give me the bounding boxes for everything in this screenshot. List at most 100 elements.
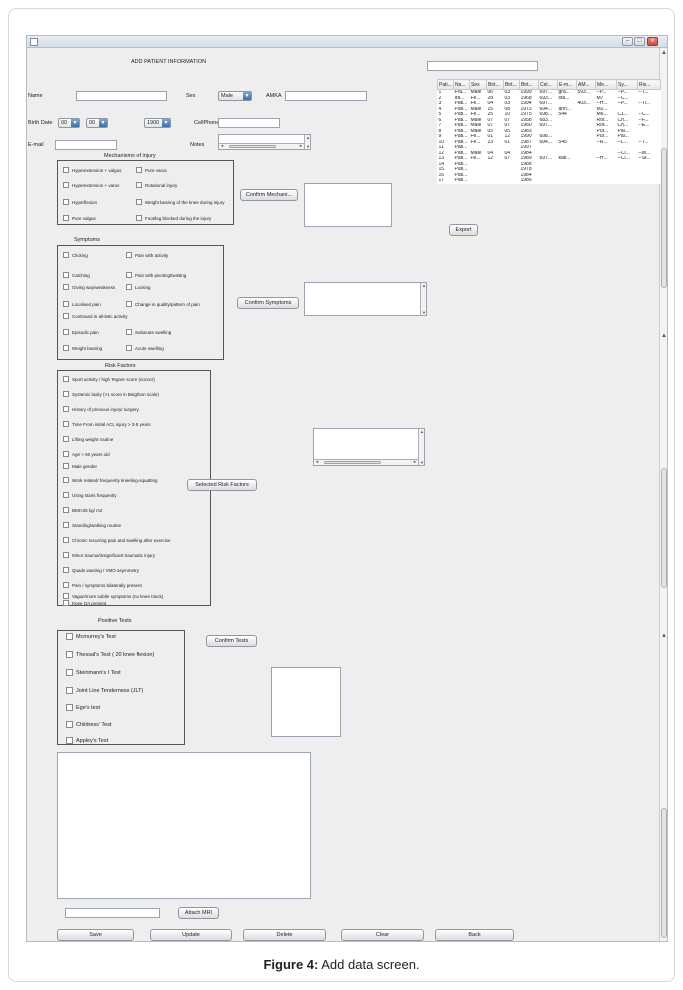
checkbox-box[interactable] (63, 567, 69, 573)
checkbox-box[interactable] (66, 704, 73, 711)
table-column-header[interactable]: Pati... (437, 79, 454, 90)
arrow-down-icon[interactable]: ▼ (421, 310, 427, 315)
checkbox-box[interactable] (63, 406, 69, 412)
scroll-up-icon[interactable]: ▲ (661, 333, 667, 339)
notes-textarea[interactable]: ▲ ▼ ◄ ► (218, 134, 311, 150)
checkbox-test[interactable]: Thessal's Test ( 20 knee flexion) (66, 651, 154, 658)
checkbox-mechanism[interactable]: Rotational injury (136, 182, 177, 188)
checkbox-risk[interactable]: Systemic laxity (>1 score in Beighton sc… (63, 391, 159, 397)
checkbox-box[interactable] (63, 345, 69, 351)
checkbox-mechanism[interactable]: Foot/leg blocked during the injury (136, 215, 211, 221)
table-row[interactable]: 17 Pati... 1986 (438, 178, 661, 184)
checkbox-box[interactable] (66, 651, 73, 658)
birth-year-select[interactable]: 1900 ▼ (144, 118, 171, 128)
checkbox-test[interactable]: Ege's test (66, 704, 100, 711)
checkbox-box[interactable] (126, 252, 132, 258)
delete-button[interactable]: Delete (243, 929, 326, 941)
checkbox-symptom[interactable]: Change in quality/pattern of pain (126, 301, 200, 307)
table-row[interactable]: 13 Pati... Fe... 12 07 1989 697... kati... --H..… (438, 156, 661, 162)
checkbox-box[interactable] (66, 737, 73, 744)
arrow-up-icon[interactable]: ▲ (305, 135, 311, 140)
update-button[interactable]: Update (150, 929, 232, 941)
arrow-left-icon[interactable]: ◄ (220, 143, 224, 148)
checkbox-mechanism[interactable]: Pure varus (136, 167, 167, 173)
checkbox-box[interactable] (63, 391, 69, 397)
checkbox-box[interactable] (66, 687, 73, 694)
checkbox-box[interactable] (63, 593, 69, 599)
checkbox-box[interactable] (63, 421, 69, 427)
checkbox-mechanism[interactable]: Hyperextension + varus (63, 182, 119, 188)
checkbox-box[interactable] (63, 284, 69, 290)
patients-table[interactable]: Pati... Na... Sex Birt... Birt... Birt... Cel.… (437, 79, 661, 184)
checkbox-risk[interactable]: Pain / symptoms bilaterally present (63, 582, 142, 588)
checkbox-test[interactable]: Mcmurrey's Test (66, 633, 116, 640)
arrow-left-icon[interactable]: ◄ (315, 459, 319, 464)
confirm-mechanisms-button[interactable]: Confirm Mechani... (240, 189, 298, 201)
risk-result-area[interactable]: ▲ ▼ ◄ ► (313, 428, 425, 466)
export-button[interactable]: Export (449, 224, 478, 236)
checkbox-symptom[interactable]: Catching (63, 272, 90, 278)
table-column-header[interactable]: Birt... (519, 79, 539, 90)
arrow-down-icon[interactable]: ▼ (305, 144, 311, 149)
selected-risk-factors-button[interactable]: Selected Risk Factors (187, 479, 257, 491)
checkbox-box[interactable] (63, 167, 69, 173)
checkbox-mechanism[interactable]: Hyperextension + valgus (63, 167, 121, 173)
checkbox-risk[interactable]: Age > 60 years old (63, 451, 110, 457)
arrow-right-icon[interactable]: ► (299, 143, 303, 148)
checkbox-box[interactable] (63, 301, 69, 307)
checkbox-risk[interactable]: Using stairs frequently (63, 492, 117, 498)
checkbox-mechanism[interactable]: Hyperflexion (63, 199, 97, 205)
checkbox-risk[interactable]: BMI>25 kg/ m2 (63, 507, 102, 513)
save-button[interactable]: Save (57, 929, 134, 941)
risk-hscroll[interactable]: ◄ ► (314, 459, 418, 465)
checkbox-box[interactable] (63, 272, 69, 278)
scroll-thumb[interactable] (661, 148, 667, 288)
checkbox-risk[interactable]: Time From initial ACL injury > 3-5 years (63, 421, 151, 427)
table-column-header[interactable]: Birt... (503, 79, 520, 90)
scroll-up-icon[interactable]: ▲ (661, 633, 667, 639)
scroll-thumb[interactable] (661, 808, 667, 938)
birth-day-select[interactable]: 00 ▼ (58, 118, 80, 128)
checkbox-box[interactable] (63, 522, 69, 528)
back-button[interactable]: Back (435, 929, 514, 941)
checkbox-test[interactable]: Childress' Test (66, 721, 112, 728)
risk-vscroll[interactable]: ▲ ▼ (418, 429, 424, 465)
checkbox-box[interactable] (126, 301, 132, 307)
checkbox-box[interactable] (66, 669, 73, 676)
close-button[interactable]: x (647, 37, 658, 46)
tests-result-area[interactable] (271, 667, 341, 737)
checkbox-symptom[interactable]: Clicking (63, 252, 88, 258)
checkbox-box[interactable] (63, 182, 69, 188)
maximize-button[interactable]: □ (634, 37, 645, 46)
checkbox-symptom[interactable]: Pain with activity (126, 252, 168, 258)
checkbox-box[interactable] (63, 492, 69, 498)
table-column-header[interactable]: Me... (595, 79, 617, 90)
notes-vscroll[interactable]: ▲ ▼ (304, 135, 310, 149)
arrow-up-icon[interactable]: ▲ (419, 429, 425, 434)
checkbox-risk[interactable]: Quads wasting / VMO asymmetry (63, 567, 139, 573)
symptoms-vscroll[interactable]: ▲ ▼ (420, 283, 426, 315)
checkbox-risk[interactable]: Male gender (63, 463, 97, 469)
checkbox-box[interactable] (136, 182, 142, 188)
checkbox-risk[interactable]: Chronic recurring pain and swelling afte… (63, 537, 171, 543)
checkbox-risk[interactable]: Standing/walking routine (63, 522, 121, 528)
table-column-header[interactable]: Sex (469, 79, 487, 90)
checkbox-box[interactable] (63, 436, 69, 442)
checkbox-box[interactable] (63, 600, 69, 606)
table-column-header[interactable]: Cel... (538, 79, 558, 90)
checkbox-symptom[interactable]: Acute swelling (126, 345, 164, 351)
checkbox-box[interactable] (63, 376, 69, 382)
checkbox-risk[interactable]: Vague/more subtle symptoms (no knee bloc… (63, 593, 163, 599)
table-column-header[interactable]: E-m... (557, 79, 577, 90)
checkbox-symptom[interactable]: Localised pain (63, 301, 101, 307)
checkbox-symptom[interactable]: Pain with pivoting/twisting (126, 272, 186, 278)
checkbox-symptom[interactable]: Giving way/weakness (63, 284, 115, 290)
table-column-header[interactable]: AM... (576, 79, 596, 90)
arrow-right-icon[interactable]: ► (413, 459, 417, 464)
checkbox-box[interactable] (63, 552, 69, 558)
checkbox-mechanism[interactable]: Weight bearing of the knee during injury (136, 199, 224, 205)
checkbox-box[interactable] (63, 252, 69, 258)
checkbox-box[interactable] (63, 451, 69, 457)
table-row[interactable]: 10 Pati... Fe... 23 01 1987 694... 545 --R... --L… (438, 140, 661, 146)
checkbox-test[interactable]: Joint Line Tenderness (JLT) (66, 687, 143, 694)
